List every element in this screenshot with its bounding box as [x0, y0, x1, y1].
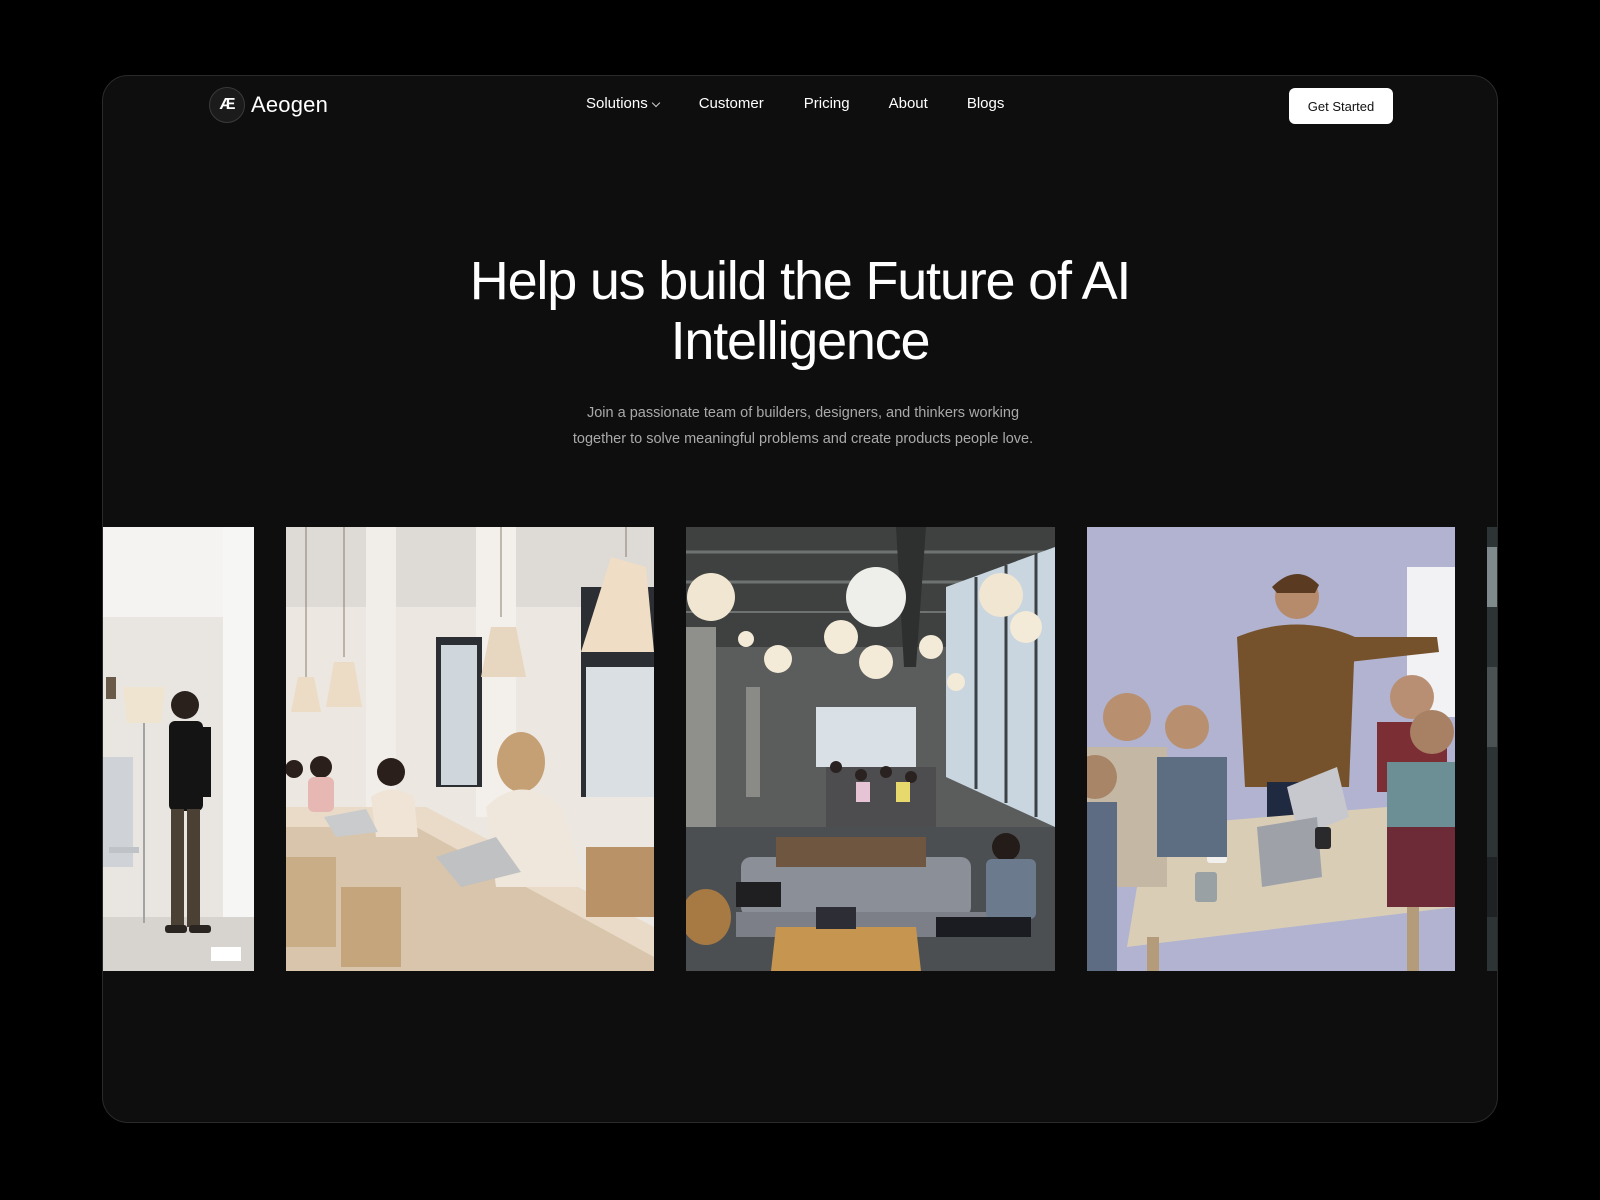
- logo-mark-icon: Æ: [209, 87, 245, 123]
- chevron-down-icon: [651, 98, 660, 107]
- gallery-photo-team-meeting: [1087, 527, 1455, 971]
- nav-item-about[interactable]: About: [889, 95, 928, 112]
- site-header: Æ Aeogen Solutions Customer Pricing Abou…: [103, 76, 1497, 138]
- nav-item-customer[interactable]: Customer: [699, 95, 764, 112]
- hero-title: Help us build the Future of AI Intellige…: [103, 251, 1497, 371]
- gallery-photo-partial: [1487, 527, 1497, 971]
- photo-gallery[interactable]: [103, 527, 1497, 971]
- get-started-button[interactable]: Get Started: [1289, 88, 1393, 124]
- nav-item-solutions[interactable]: Solutions: [586, 95, 660, 112]
- page-frame: Æ Aeogen Solutions Customer Pricing Abou…: [102, 75, 1498, 1123]
- gallery-photo-man-standing: [103, 527, 254, 971]
- nav-item-blogs[interactable]: Blogs: [967, 95, 1005, 112]
- hero-title-line-1: Help us build the Future of AI: [469, 251, 1132, 311]
- hero-subtitle-line-2: together to solve meaningful problems an…: [572, 431, 1034, 447]
- main-nav: Solutions Customer Pricing About Blogs: [586, 95, 1004, 112]
- gallery-photo-coworking-table: [286, 527, 654, 971]
- hero-subtitle: Join a passionate team of builders, desi…: [523, 400, 1083, 452]
- gallery-photo-open-office: [686, 527, 1055, 971]
- brand-name: Aeogen: [251, 92, 329, 117]
- nav-label-solutions: Solutions: [586, 95, 648, 112]
- hero-subtitle-line-1: Join a passionate team of builders, desi…: [586, 405, 1020, 421]
- hero-title-line-2: Intelligence: [670, 311, 931, 371]
- nav-item-pricing[interactable]: Pricing: [804, 95, 850, 112]
- logo[interactable]: Æ Aeogen: [209, 87, 328, 123]
